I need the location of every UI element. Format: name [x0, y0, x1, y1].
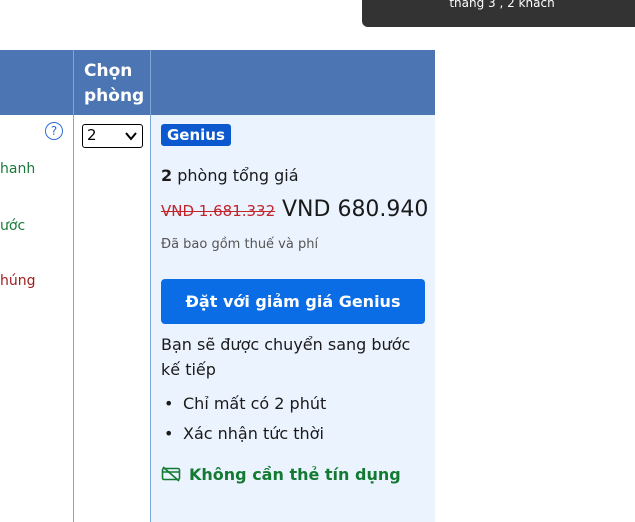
- old-price: VND 1.681.332: [161, 202, 276, 220]
- tooltip-text: tháng 3 , 2 khách: [449, 0, 555, 10]
- benefits-list: Chỉ mất có 2 phút Xác nhận tức thời: [161, 389, 326, 449]
- left-info-text: ước: [0, 218, 26, 234]
- room-quantity-value: 2: [87, 126, 97, 144]
- date-tooltip: tháng 3 , 2 khách: [362, 0, 635, 27]
- genius-badge: Genius: [161, 124, 231, 146]
- discounted-price: VND 680.940: [282, 197, 429, 222]
- rooms-label: phòng tổng giá: [177, 166, 299, 185]
- chevron-down-icon: [124, 129, 138, 147]
- room-info-column: hanh ước húng: [0, 115, 73, 522]
- question-circle-icon[interactable]: ?: [45, 122, 63, 140]
- card-off-icon: [161, 466, 181, 482]
- choose-room-header-label: Chọn phòng: [84, 61, 145, 106]
- list-item: Chỉ mất có 2 phút: [161, 389, 326, 419]
- left-info-text: hanh: [0, 161, 36, 177]
- room-quantity-select[interactable]: 2: [82, 124, 143, 148]
- tax-note: Đã bao gồm thuế và phí: [161, 237, 319, 252]
- redirect-note: Bạn sẽ được chuyển sang bước kế tiếp: [161, 335, 411, 379]
- table-header-cell-price: [150, 50, 435, 115]
- list-item: Xác nhận tức thời: [161, 419, 326, 449]
- no-card-text: Không cần thẻ tín dụng: [189, 465, 401, 484]
- rooms-count: 2: [161, 166, 173, 185]
- table-header-choose-room: Chọn phòng: [73, 50, 150, 115]
- book-genius-button[interactable]: Đặt với giảm giá Genius: [161, 279, 425, 324]
- no-credit-card-note: Không cần thẻ tín dụng: [161, 465, 401, 484]
- total-price-label: 2 phòng tổng giá: [161, 166, 299, 185]
- choose-room-column: [73, 115, 150, 522]
- left-info-text: húng: [0, 273, 36, 289]
- table-header-cell: [0, 50, 73, 115]
